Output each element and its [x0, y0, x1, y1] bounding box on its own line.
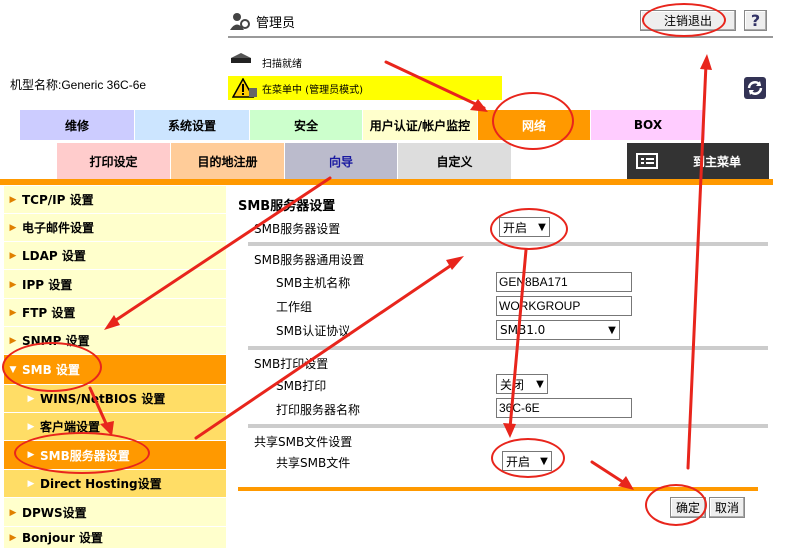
tab-maintenance[interactable]: 维修 — [20, 110, 134, 140]
sidebar-item-smb[interactable]: ▼ SMB 设置 — [4, 355, 226, 385]
subtab-wizard[interactable]: 向导 — [285, 143, 397, 179]
workgroup-input[interactable]: WORKGROUP — [496, 296, 632, 316]
logout-button[interactable]: 注销退出 — [640, 10, 736, 31]
sidebar-item-ftp[interactable]: ▶ FTP 设置 — [4, 299, 226, 327]
scan-status: 扫描就绪 — [262, 59, 302, 70]
sidebar-item-dpws[interactable]: ▶ DPWS设置 — [4, 499, 226, 527]
common-section-title: SMB服务器通用设置 — [254, 253, 365, 267]
sidebar-item-smb-server[interactable]: ▶ SMB服务器设置 — [4, 441, 226, 470]
subtab-custom[interactable]: 自定义 — [398, 143, 511, 179]
cancel-button[interactable]: 取消 — [709, 497, 745, 518]
sidebar-item-ipp[interactable]: ▶ IPP 设置 — [4, 271, 226, 299]
refresh-icon[interactable] — [744, 77, 766, 99]
smb-server-setting-select[interactable]: 开启 ▼ — [499, 217, 550, 237]
smb-print-label: SMB打印 — [276, 379, 327, 393]
tab-system-settings[interactable]: 系统设置 — [135, 110, 249, 140]
warning-text: 在菜单中 (管理员模式) — [262, 84, 363, 96]
section-divider — [248, 424, 768, 428]
triangle-right-icon: ▶ — [9, 507, 17, 518]
triangle-right-icon: ▶ — [9, 307, 17, 318]
form-title: SMB服务器设置 — [238, 199, 336, 214]
auth-protocol-label: SMB认证协议 — [276, 324, 351, 338]
subtab-address-register[interactable]: 目的地注册 — [171, 143, 284, 179]
sidebar-item-ldap[interactable]: ▶ LDAP 设置 — [4, 242, 226, 270]
sidebar-item-snmp[interactable]: ▶ SNMP 设置 — [4, 327, 226, 355]
host-name-label: SMB主机名称 — [276, 276, 351, 290]
triangle-right-icon: ▶ — [9, 250, 17, 261]
tab-security[interactable]: 安全 — [250, 110, 362, 140]
warning-bar: 在菜单中 (管理员模式) — [228, 76, 502, 100]
print-section-title: SMB打印设置 — [254, 357, 329, 371]
section-divider — [248, 346, 768, 350]
print-server-name-label: 打印服务器名称 — [276, 403, 361, 417]
triangle-right-icon: ▶ — [27, 478, 35, 489]
smb-print-select[interactable]: 关闭 ▼ — [496, 374, 548, 394]
share-section-title: 共享SMB文件设置 — [254, 435, 353, 449]
nav-divider — [0, 179, 773, 185]
tab-user-auth[interactable]: 用户认证/帐户监控 — [363, 110, 477, 140]
host-name-input[interactable]: GEN8BA171 — [496, 272, 632, 292]
auth-protocol-select[interactable]: SMB1.0 ▼ — [496, 320, 620, 340]
tab-network[interactable]: 网络 — [478, 110, 590, 140]
triangle-down-icon: ▼ — [9, 364, 17, 375]
subtab-print-settings[interactable]: 打印设定 — [57, 143, 170, 179]
form-bottom-bar — [238, 487, 758, 491]
warning-icon — [231, 77, 258, 98]
triangle-right-icon: ▶ — [9, 532, 17, 543]
sidebar-item-email[interactable]: ▶ 电子邮件设置 — [4, 214, 226, 242]
chevron-down-icon: ▼ — [608, 324, 616, 336]
share-smb-select[interactable]: 开启 ▼ — [502, 451, 552, 471]
sidebar-item-tcpip[interactable]: ▶ TCP/IP 设置 — [4, 186, 226, 214]
triangle-right-icon: ▶ — [27, 421, 35, 432]
sidebar-item-wins-netbios[interactable]: ▶ WINS/NetBIOS 设置 — [4, 385, 226, 413]
triangle-right-icon: ▶ — [9, 222, 17, 233]
sidebar-item-client[interactable]: ▶ 客户端设置 — [4, 413, 226, 441]
scanner-icon — [229, 50, 253, 66]
workgroup-label: 工作组 — [276, 300, 313, 314]
triangle-right-icon: ▶ — [9, 279, 17, 290]
model-label: 机型名称:Generic 36C-6e — [10, 78, 147, 92]
triangle-right-icon: ▶ — [27, 450, 35, 460]
triangle-right-icon: ▶ — [27, 393, 35, 404]
chevron-down-icon: ▼ — [540, 455, 548, 467]
admin-icon — [229, 10, 251, 32]
sidebar-item-bonjour[interactable]: ▶ Bonjour 设置 — [4, 527, 226, 549]
sidebar-item-direct-hosting[interactable]: ▶ Direct Hosting设置 — [4, 470, 226, 498]
admin-label: 管理员 — [256, 16, 296, 31]
tab-box[interactable]: BOX — [591, 110, 705, 140]
chevron-down-icon: ▼ — [536, 378, 544, 390]
help-button[interactable]: ? — [744, 10, 767, 31]
triangle-right-icon: ▶ — [9, 335, 17, 346]
main-menu-label: 到主菜单 — [692, 154, 741, 169]
chevron-down-icon: ▼ — [538, 221, 546, 233]
print-server-name-input[interactable]: 36C-6E — [496, 398, 632, 418]
header-divider — [228, 36, 773, 38]
triangle-right-icon: ▶ — [9, 194, 17, 205]
smb-server-setting-label: SMB服务器设置 — [254, 222, 341, 236]
section-divider — [248, 242, 768, 246]
share-smb-label: 共享SMB文件 — [276, 456, 351, 470]
main-menu-icon — [636, 153, 658, 169]
ok-button[interactable]: 确定 — [670, 497, 706, 518]
